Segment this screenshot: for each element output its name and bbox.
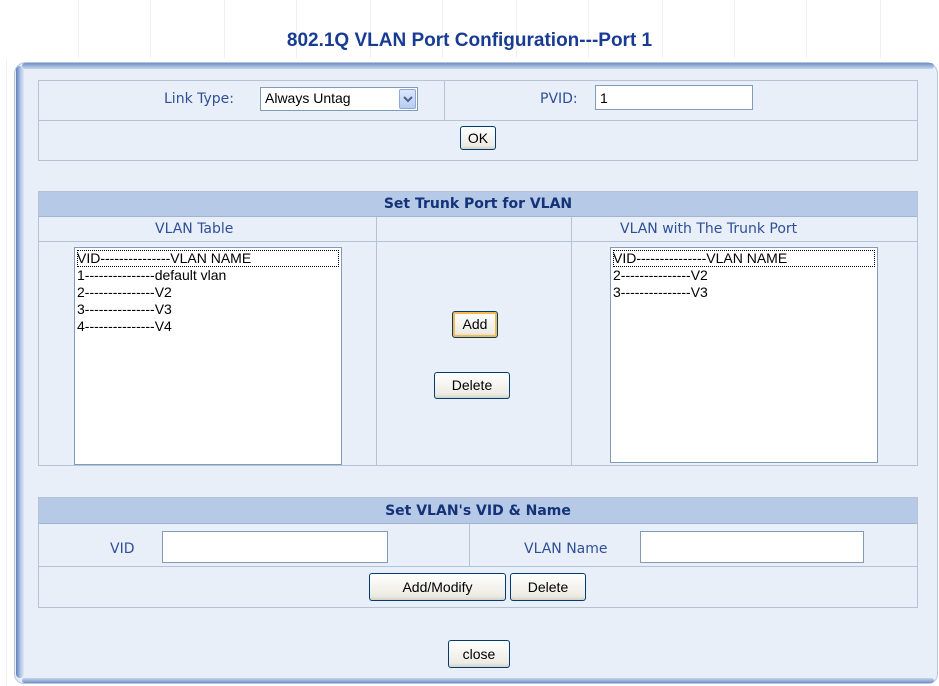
delete-trunk-button[interactable]: Delete	[434, 372, 510, 399]
vid-name-header: Set VLAN's VID & Name	[39, 498, 917, 524]
list-option[interactable]: 2---------------V2	[613, 267, 875, 284]
pvid-input[interactable]	[595, 85, 753, 110]
link-type-value: Always Untag	[265, 90, 351, 106]
close-button[interactable]: close	[448, 640, 510, 668]
vlan-table-header: VLAN Table	[155, 221, 234, 237]
vid-label: VID	[110, 541, 135, 557]
chevron-down-icon[interactable]	[399, 89, 416, 109]
vlan-table-list[interactable]: VID---------------VLAN NAME 1------------…	[74, 247, 342, 465]
pvid-label: PVID:	[540, 91, 578, 107]
trunk-header: Set Trunk Port for VLAN	[39, 192, 917, 217]
list-option[interactable]: 3---------------V3	[77, 301, 339, 318]
vlan-name-label: VLAN Name	[524, 541, 608, 557]
panel-left-border	[16, 66, 24, 678]
link-type-select[interactable]: Always Untag	[260, 87, 418, 111]
page-title: 802.1Q VLAN Port Configuration---Port 1	[286, 30, 653, 51]
list-option[interactable]: 1---------------default vlan	[77, 267, 339, 284]
delete-vlan-button[interactable]: Delete	[510, 573, 586, 601]
list-option[interactable]: VID---------------VLAN NAME	[613, 250, 875, 267]
link-type-label: Link Type:	[164, 91, 234, 107]
add-modify-button[interactable]: Add/Modify	[369, 573, 506, 601]
list-option[interactable]: 3---------------V3	[613, 284, 875, 301]
add-trunk-button[interactable]: Add	[452, 311, 498, 338]
panel-top-border	[22, 63, 934, 69]
trunk-vlan-list[interactable]: VID---------------VLAN NAME 2------------…	[610, 247, 878, 463]
vlan-name-input[interactable]	[640, 531, 864, 563]
list-option[interactable]: 4---------------V4	[77, 318, 339, 335]
list-option[interactable]: 2---------------V2	[77, 284, 339, 301]
ok-button[interactable]: OK	[460, 126, 496, 150]
vid-input[interactable]	[162, 531, 388, 563]
trunk-table-header: VLAN with The Trunk Port	[620, 221, 798, 237]
panel-bottom-border	[22, 678, 934, 683]
list-option[interactable]: VID---------------VLAN NAME	[77, 250, 339, 267]
